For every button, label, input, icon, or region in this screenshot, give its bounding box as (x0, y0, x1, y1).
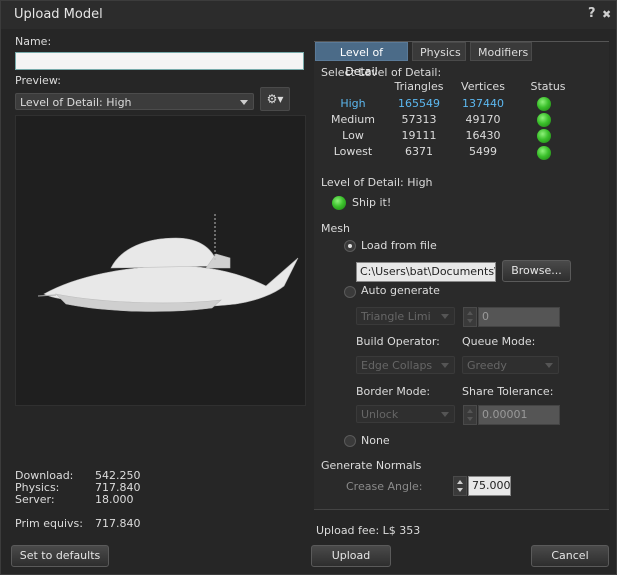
build-operator-value: Edge Collaps (361, 359, 433, 372)
lod-triangles: 6371 (405, 145, 433, 158)
lod-name: Lowest (333, 145, 373, 158)
triangle-limit-dropdown[interactable]: Triangle Limi (356, 307, 455, 325)
crease-angle-spinner[interactable] (453, 476, 467, 496)
upload-model-window: Upload Model ? ✖ Name: Preview: Level of… (0, 0, 617, 575)
prim-equivs-value: 717.840 (95, 517, 141, 530)
build-operator-label: Build Operator: (356, 335, 440, 348)
current-lod-label: Level of Detail: High (321, 176, 433, 189)
lod-vertices: 16430 (465, 129, 501, 142)
ship-it-status-icon (332, 196, 346, 210)
border-mode-value: Unlock (361, 408, 399, 421)
load-from-file-label: Load from file (361, 239, 437, 252)
cancel-button[interactable]: Cancel (531, 545, 609, 567)
tab-physics[interactable]: Physics (412, 42, 466, 61)
name-label: Name: (15, 35, 52, 48)
status-ok-icon (537, 129, 551, 143)
auto-generate-radio[interactable] (344, 286, 356, 298)
status-ok-icon (537, 146, 551, 160)
preview-lod-dropdown[interactable]: Level of Detail: High (15, 93, 254, 110)
preview-lod-value: Level of Detail: High (20, 96, 132, 109)
upload-button[interactable]: Upload (311, 545, 391, 567)
status-header: Status (530, 80, 566, 93)
share-tolerance-spinner[interactable] (463, 405, 477, 425)
lod-name: Medium (331, 113, 375, 126)
upload-fee-label: Upload fee: L$ 353 (316, 524, 421, 537)
lod-name: High (340, 97, 366, 110)
triangles-header: Triangles (394, 80, 444, 93)
queue-mode-dropdown[interactable]: Greedy (462, 356, 559, 374)
share-tolerance-label: Share Tolerance: (462, 385, 554, 398)
gear-icon: ⚙▾ (266, 92, 284, 106)
chevron-down-icon (441, 412, 449, 417)
lod-vertices: 49170 (465, 113, 501, 126)
queue-mode-label: Queue Mode: (462, 335, 536, 348)
lod-triangles: 57313 (401, 113, 437, 126)
none-radio[interactable] (344, 435, 356, 447)
tab-modifiers[interactable]: Modifiers (470, 42, 532, 61)
auto-generate-label: Auto generate (361, 284, 440, 297)
tab-level-of-detail[interactable]: Level of Detail (315, 42, 408, 78)
vertices-header: Vertices (461, 80, 505, 93)
model-preview-render (37, 214, 299, 312)
lod-triangles: 19111 (401, 129, 437, 142)
lod-name: Low (342, 129, 364, 142)
share-tolerance-field[interactable]: 0.00001 (478, 405, 560, 425)
status-ok-icon (537, 113, 551, 127)
browse-button[interactable]: Browse... (502, 260, 571, 282)
title-bar[interactable]: Upload Model ? ✖ (1, 1, 616, 29)
server-label: Server: (15, 493, 55, 506)
chevron-down-icon (545, 363, 553, 368)
close-icon[interactable]: ✖ (602, 8, 611, 21)
preview-label: Preview: (15, 74, 61, 87)
triangle-limit-spinner[interactable] (463, 307, 477, 327)
divider (314, 509, 609, 510)
help-icon[interactable]: ? (588, 6, 596, 21)
triangle-limit-field[interactable]: 0 (478, 307, 560, 327)
select-lod-label: Select Level of Detail: (321, 66, 442, 79)
crease-angle-field[interactable]: 75.000 (468, 476, 511, 496)
file-path-field[interactable]: C:\Users\bat\Documents\3 (356, 262, 496, 282)
status-ok-icon (537, 97, 551, 111)
crease-angle-label: Crease Angle: (346, 480, 423, 493)
lod-vertices: 5499 (469, 145, 497, 158)
border-mode-label: Border Mode: (356, 385, 431, 398)
server-value: 18.000 (95, 493, 134, 506)
model-preview-viewport[interactable] (15, 115, 306, 406)
lod-vertices: 137440 (462, 97, 504, 110)
ship-it-label: Ship it! (352, 196, 392, 209)
chevron-down-icon (441, 363, 449, 368)
lod-triangles: 165549 (398, 97, 440, 110)
none-label: None (361, 434, 390, 447)
set-to-defaults-button[interactable]: Set to defaults (11, 545, 109, 567)
generate-normals-label: Generate Normals (321, 459, 422, 472)
preview-options-button[interactable]: ⚙▾ (260, 87, 290, 111)
prim-equivs-label: Prim equivs: (15, 517, 83, 530)
mesh-section-label: Mesh (321, 222, 350, 235)
border-mode-dropdown[interactable]: Unlock (356, 405, 455, 423)
model-name-input[interactable] (15, 52, 304, 70)
load-from-file-radio[interactable] (344, 240, 356, 252)
chevron-down-icon (441, 314, 449, 319)
chevron-down-icon (240, 100, 248, 105)
build-operator-dropdown[interactable]: Edge Collaps (356, 356, 455, 374)
triangle-limit-value: Triangle Limi (361, 310, 431, 323)
window-title: Upload Model (14, 7, 103, 22)
queue-mode-value: Greedy (467, 359, 507, 372)
